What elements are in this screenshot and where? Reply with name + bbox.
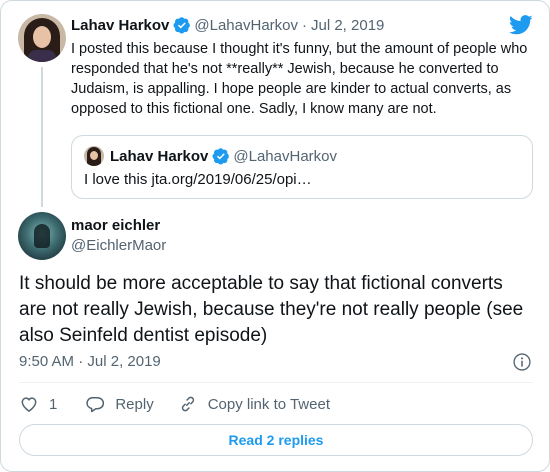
link-icon xyxy=(181,396,194,412)
reply-label: Reply xyxy=(115,395,154,413)
parent-handle[interactable]: @LahavHarkov xyxy=(194,17,298,34)
info-icon[interactable] xyxy=(512,352,532,372)
parent-header: Lahav Harkov @LahavHarkov · Jul 2, 2019 xyxy=(71,14,384,36)
read-replies-button[interactable]: Read 2 replies xyxy=(19,424,533,456)
parent-author-name[interactable]: Lahav Harkov xyxy=(71,17,169,34)
divider xyxy=(19,382,533,383)
timestamp-date: Jul 2, 2019 xyxy=(87,353,161,370)
timestamp[interactable]: 9:50 AM · Jul 2, 2019 xyxy=(19,353,161,370)
quoted-avatar xyxy=(84,146,104,166)
parent-separator: · xyxy=(302,16,307,34)
main-handle[interactable]: @EichlerMaor xyxy=(71,237,166,254)
copy-link-button[interactable]: Copy link to Tweet xyxy=(178,394,330,414)
reply-button[interactable]: Reply xyxy=(85,394,154,414)
quoted-author-name: Lahav Harkov xyxy=(110,147,209,165)
timestamp-time: 9:50 AM xyxy=(19,353,75,370)
parent-date[interactable]: Jul 2, 2019 xyxy=(311,17,384,34)
verified-badge-icon xyxy=(173,17,191,34)
like-count: 1 xyxy=(49,395,58,413)
main-tweet-text: It should be more acceptable to say that… xyxy=(19,273,524,346)
thread-line xyxy=(41,67,43,207)
tweet-card: Lahav Harkov @LahavHarkov · Jul 2, 2019 … xyxy=(0,0,550,472)
main-author-name[interactable]: maor eichler xyxy=(71,217,160,234)
timestamp-separator: · xyxy=(78,353,84,370)
copy-link-label: Copy link to Tweet xyxy=(207,395,330,413)
quoted-tweet-text: I love this jta.org/2019/06/25/opi… xyxy=(84,171,312,188)
parent-tweet-text: I posted this because I thought it's fun… xyxy=(71,41,528,117)
parent-avatar[interactable] xyxy=(18,14,66,62)
verified-badge-icon xyxy=(212,148,230,165)
action-bar: 1 Reply Copy link to Tweet xyxy=(19,393,330,415)
like-button[interactable]: 1 xyxy=(19,394,57,414)
quoted-handle: @LahavHarkov xyxy=(233,147,337,165)
quoted-header: Lahav Harkov @LahavHarkov xyxy=(110,145,337,167)
speech-bubble-icon xyxy=(86,397,105,413)
quoted-tweet[interactable]: Lahav Harkov @LahavHarkov I love this jt… xyxy=(71,135,533,199)
heart-icon xyxy=(21,397,37,412)
twitter-bird-icon[interactable] xyxy=(509,15,533,35)
main-avatar[interactable] xyxy=(18,212,66,260)
